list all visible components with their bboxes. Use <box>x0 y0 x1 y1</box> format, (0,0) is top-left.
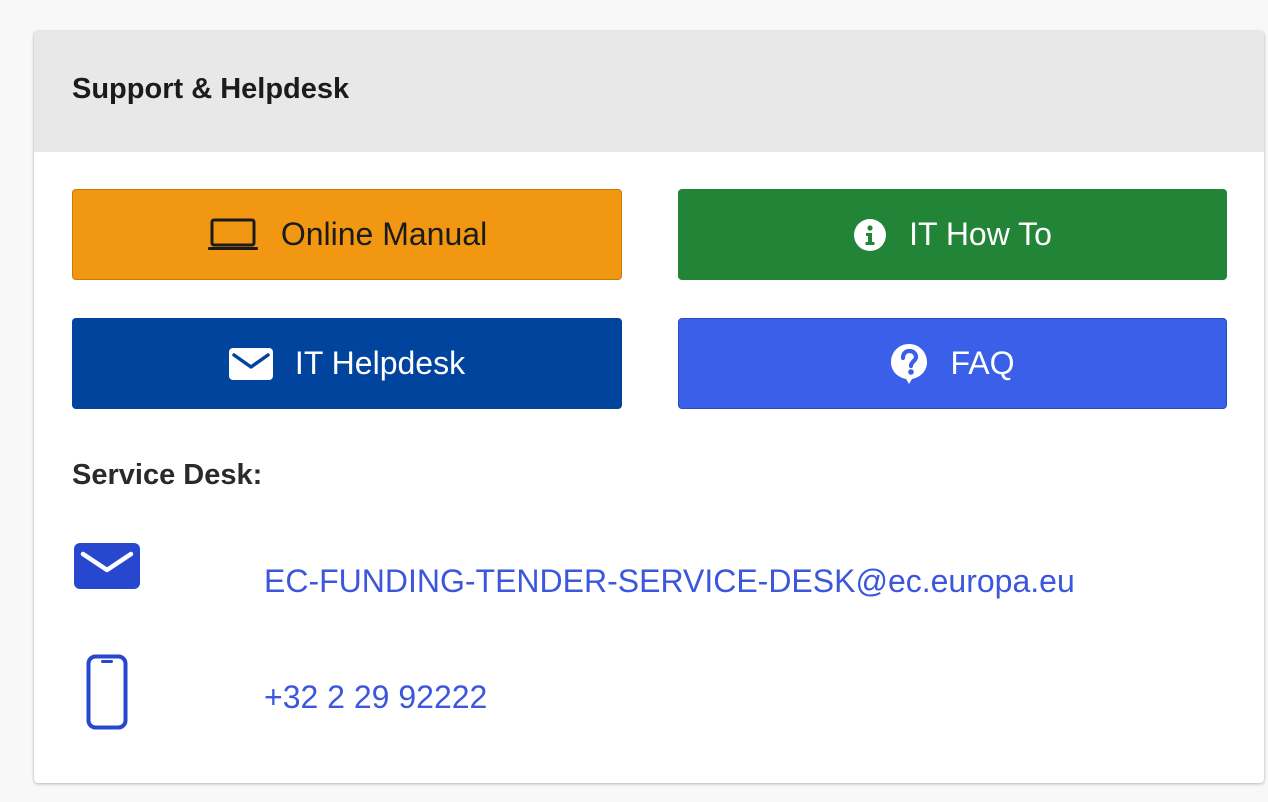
email-contact-row <box>72 543 142 589</box>
service-desk-phone-link[interactable]: +32 2 29 92222 <box>264 679 487 716</box>
service-desk-label: Service Desk: <box>72 459 263 491</box>
info-circle-icon <box>853 218 887 252</box>
panel-title: Support & Helpdesk <box>72 73 350 105</box>
panel-header: Support & Helpdesk <box>34 31 1264 152</box>
faq-button[interactable]: FAQ <box>678 318 1227 409</box>
online-manual-button[interactable]: Online Manual <box>72 189 622 280</box>
it-helpdesk-button[interactable]: IT Helpdesk <box>72 318 622 409</box>
laptop-icon <box>207 218 259 252</box>
question-bubble-icon <box>890 343 928 385</box>
support-helpdesk-panel: Support & Helpdesk Online Manual IT How … <box>34 31 1264 783</box>
it-how-to-button[interactable]: IT How To <box>678 189 1227 280</box>
mobile-phone-icon <box>72 654 142 730</box>
it-helpdesk-label: IT Helpdesk <box>294 345 466 381</box>
service-desk-email-link[interactable]: EC-FUNDING-TENDER-SERVICE-DESK@ec.europa… <box>264 563 1075 600</box>
phone-contact-row <box>72 654 142 730</box>
envelope-icon <box>72 543 142 589</box>
envelope-icon <box>228 347 273 380</box>
online-manual-label: Online Manual <box>280 216 488 252</box>
it-how-to-label: IT How To <box>909 216 1052 252</box>
faq-label: FAQ <box>950 345 1015 381</box>
